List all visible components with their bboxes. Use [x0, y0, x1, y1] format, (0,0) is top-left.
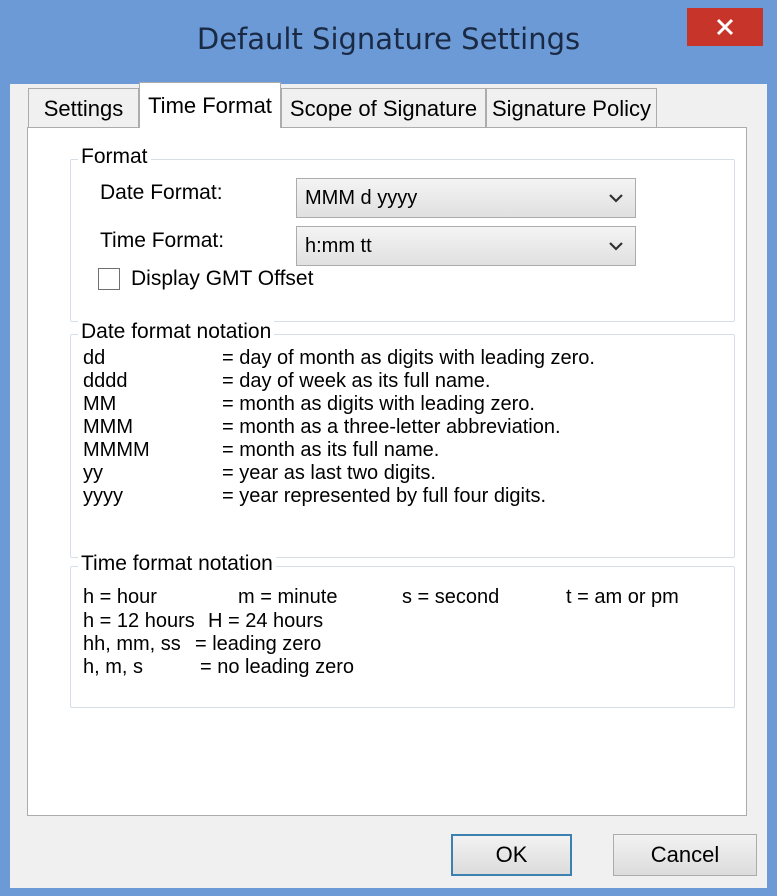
tab-scope-label: Scope of Signature — [289, 95, 478, 121]
notation-code: yy — [83, 462, 103, 484]
tab-time-format[interactable]: Time Format — [139, 82, 281, 128]
chevron-down-icon — [609, 194, 623, 203]
time-12h-note: h = 12 hours — [83, 610, 195, 632]
close-icon — [716, 18, 734, 36]
no-leading-codes: h, m, s — [83, 656, 144, 678]
notation-desc: = year as last two digits. — [222, 462, 436, 484]
time-ampm-note: t = am or pm — [566, 586, 679, 608]
notation-desc: = day of month as digits with leading ze… — [222, 347, 595, 369]
format-group-title: Format — [78, 145, 151, 169]
no-leading-desc: = no leading zero — [200, 656, 355, 678]
time-hour-note: h = hour — [83, 586, 157, 608]
gmt-offset-checkbox[interactable] — [98, 268, 120, 290]
date-format-select[interactable]: MMM d yyyy — [296, 178, 636, 218]
tab-settings[interactable]: Settings — [28, 88, 139, 128]
date-notation-title: Date format notation — [78, 320, 275, 344]
tab-signature-policy[interactable]: Signature Policy — [486, 88, 657, 128]
notation-desc: = month as a three-letter abbreviation. — [222, 416, 561, 438]
notation-code: MM — [83, 393, 117, 415]
cancel-button[interactable]: Cancel — [613, 834, 757, 876]
notation-code: MMM — [83, 416, 133, 438]
time-format-value: h:mm tt — [305, 234, 372, 257]
tab-scope-of-signature[interactable]: Scope of Signature — [281, 88, 486, 128]
time-second-note: s = second — [402, 586, 500, 608]
notation-code: dd — [83, 347, 106, 369]
ok-button[interactable]: OK — [451, 834, 572, 876]
notation-desc: = month as digits with leading zero. — [222, 393, 535, 415]
time-24h-note: H = 24 hours — [208, 610, 324, 632]
chevron-down-icon — [609, 242, 623, 251]
leading-codes: hh, mm, ss — [83, 633, 181, 655]
notation-desc: = month as its full name. — [222, 439, 440, 461]
gmt-offset-label[interactable]: Display GMT Offset — [131, 267, 313, 291]
time-minute-note: m = minute — [238, 586, 338, 608]
tab-time-format-label: Time Format — [148, 92, 272, 118]
notation-desc: = day of week as its full name. — [222, 370, 491, 392]
tab-settings-label: Settings — [43, 95, 124, 121]
notation-code: yyyy — [83, 485, 123, 507]
tab-policy-label: Signature Policy — [492, 95, 651, 121]
notation-code: MMMM — [83, 439, 150, 461]
window-title: Default Signature Settings — [196, 22, 581, 56]
close-button[interactable] — [687, 8, 763, 46]
time-format-select[interactable]: h:mm tt — [296, 226, 636, 266]
notation-code: dddd — [83, 370, 128, 392]
date-format-value: MMM d yyyy — [305, 186, 418, 209]
time-notation-title: Time format notation — [78, 552, 276, 576]
date-format-label: Date Format: — [100, 181, 223, 204]
time-format-panel: Format Date Format: MMM d yyyy Time Form… — [27, 127, 747, 816]
title-bar[interactable]: Default Signature Settings — [0, 0, 777, 84]
dialog-window: Default Signature Settings Settings Time… — [0, 0, 777, 896]
notation-desc: = year represented by full four digits. — [222, 485, 547, 507]
leading-desc: = leading zero — [195, 633, 322, 655]
time-format-label: Time Format: — [100, 229, 225, 252]
